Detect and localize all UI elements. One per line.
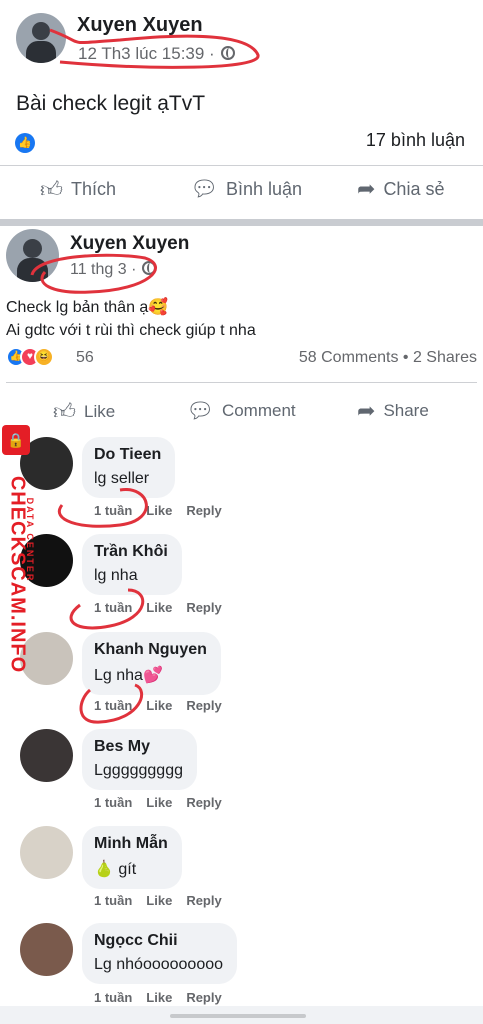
comment-like-button[interactable]: Like xyxy=(146,503,172,518)
comment-like-button[interactable]: Like xyxy=(146,990,172,1005)
comment-time[interactable]: 1 tuần xyxy=(94,893,132,908)
comment-meta: 1 tuần Like Reply xyxy=(94,503,236,518)
author-avatar[interactable] xyxy=(16,13,66,63)
comment-like-button[interactable]: Like xyxy=(146,795,172,810)
comment-like-button[interactable]: Like xyxy=(146,600,172,615)
thumbs-up-icon: 👍︎ xyxy=(53,399,76,424)
thumbs-up-icon: 👍︎ xyxy=(40,177,63,202)
comment-reply-button[interactable]: Reply xyxy=(186,698,221,713)
post-text: Check lg bản thân ạ🥰 Ai gdtc với t rùi t… xyxy=(6,296,256,342)
comment-text: 🍐 gít xyxy=(94,861,137,878)
reaction-count[interactable]: 56 xyxy=(76,349,94,367)
comment-meta: 1 tuần Like Reply xyxy=(94,600,236,615)
comment-bubble: Minh Mẫn 🍐 gít xyxy=(82,826,182,889)
comment-button[interactable]: 💬︎ Comment xyxy=(186,398,296,424)
post-stats[interactable]: 58 Comments • 2 Shares xyxy=(299,349,477,367)
avatar[interactable] xyxy=(20,826,73,879)
comment-reply-button[interactable]: Reply xyxy=(186,990,221,1005)
globe-icon xyxy=(142,261,157,275)
comment-author[interactable]: Bes My xyxy=(94,738,183,756)
comment-time[interactable]: 1 tuần xyxy=(94,795,132,810)
comment-time[interactable]: 1 tuần xyxy=(94,698,132,713)
comment-icon: 💬︎ xyxy=(190,176,218,201)
post-text-line: Check lg bản thân ạ🥰 xyxy=(6,299,169,316)
post-text-line: Ai gdtc với t rùi thì check giúp t nha xyxy=(6,322,256,339)
comment-text: Lg nhóooooooooo xyxy=(94,956,224,973)
comment-time[interactable]: 1 tuần xyxy=(94,503,132,518)
comment-like-button[interactable]: Like xyxy=(146,893,172,908)
comment-time[interactable]: 1 tuần xyxy=(94,600,132,615)
comment-meta: 1 tuần Like Reply xyxy=(94,795,236,810)
comment-author[interactable]: Ngọcc Chii xyxy=(94,932,223,950)
globe-icon xyxy=(220,46,235,60)
post-separator xyxy=(0,219,483,226)
divider xyxy=(6,382,477,383)
comment-count[interactable]: 17 bình luận xyxy=(366,130,465,151)
like-button[interactable]: 👍︎ Thích xyxy=(40,176,116,203)
watermark-brand: CHECKSCAM.INFO xyxy=(6,475,29,674)
divider xyxy=(0,165,483,166)
like-button[interactable]: 👍︎ Like xyxy=(53,398,115,425)
comment-button[interactable]: 💬︎ Bình luận xyxy=(190,176,302,202)
comment-like-button[interactable]: Like xyxy=(146,698,172,713)
comment-author[interactable]: Minh Mẫn xyxy=(94,835,168,853)
comment-bubble: Trần Khôi lg nha xyxy=(82,534,182,595)
comment-time[interactable]: 1 tuần xyxy=(94,990,132,1005)
author-name[interactable]: Xuyen Xuyen xyxy=(77,14,203,37)
share-icon: ➦ xyxy=(357,176,376,201)
reaction-icons[interactable]: 👍 ♥ 😆 xyxy=(6,347,54,367)
post-card-1: Xuyen Xuyen 12 Th3 lúc 15:39 · Bài check… xyxy=(0,0,483,220)
share-icon: ➦ xyxy=(357,398,376,423)
comment-icon: 💬︎ xyxy=(186,398,214,423)
comment-text: Lggggggggg xyxy=(94,762,183,779)
home-indicator[interactable] xyxy=(170,1014,306,1018)
post-timestamp[interactable]: 11 thg 3 · xyxy=(70,261,157,279)
post-timestamp[interactable]: 12 Th3 lúc 15:39 · xyxy=(78,44,235,64)
comment-text: Lg nha💕 xyxy=(94,667,163,684)
author-avatar[interactable] xyxy=(6,229,59,282)
comment-meta: 1 tuần Like Reply xyxy=(94,698,236,713)
comment-author[interactable]: Do Tieen xyxy=(94,446,161,464)
comment-bubble: Khanh Nguyen Lg nha💕 xyxy=(82,632,221,695)
avatar[interactable] xyxy=(20,923,73,976)
like-reaction-icon[interactable]: 👍 xyxy=(15,133,35,153)
comment-meta: 1 tuần Like Reply xyxy=(94,893,236,908)
comment-bubble: Do Tieen lg seller xyxy=(82,437,176,498)
comment-reply-button[interactable]: Reply xyxy=(186,795,221,810)
home-indicator-bar xyxy=(0,1006,483,1024)
watermark: 🔒 DATA CENTER CHECKSCAM.INFO xyxy=(2,425,35,673)
comment-author[interactable]: Khanh Nguyen xyxy=(94,641,207,659)
comment-text: lg nha xyxy=(94,567,138,584)
comment-author[interactable]: Trần Khôi xyxy=(94,543,168,561)
author-name[interactable]: Xuyen Xuyen xyxy=(70,233,189,255)
avatar[interactable] xyxy=(20,729,73,782)
haha-reaction-icon: 😆 xyxy=(34,347,54,367)
comment-meta: 1 tuần Like Reply xyxy=(94,990,236,1005)
comment-bubble: Ngọcc Chii Lg nhóooooooooo xyxy=(82,923,238,984)
comment-bubble: Bes My Lggggggggg xyxy=(82,729,197,790)
comment-text: lg seller xyxy=(94,470,150,487)
post-text: Bài check legit ạTvT xyxy=(16,92,206,115)
share-button[interactable]: ➦ Share xyxy=(357,398,429,424)
comment-reply-button[interactable]: Reply xyxy=(186,600,221,615)
comment-reply-button[interactable]: Reply xyxy=(186,893,221,908)
share-button[interactable]: ➦ Chia sẻ xyxy=(357,176,444,202)
comment-reply-button[interactable]: Reply xyxy=(186,503,221,518)
